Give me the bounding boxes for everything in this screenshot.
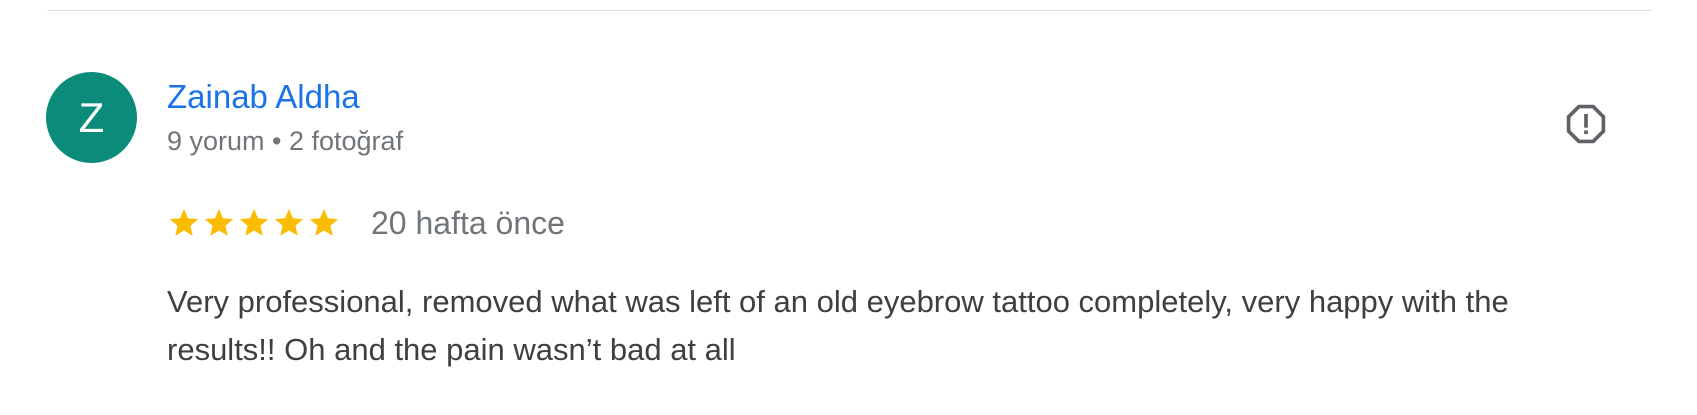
avatar[interactable]: Z [46, 72, 137, 163]
review-time: 20 hafta önce [371, 204, 565, 241]
review-text: Very professional, removed what was left… [167, 284, 1509, 367]
reviewer-meta: 9 yorum • 2 fotoğraf [167, 126, 404, 156]
report-review-button[interactable] [1562, 100, 1610, 148]
report-flag-icon [1566, 104, 1606, 144]
star-icon [274, 208, 304, 236]
rating-row: 20 hafta önce [167, 202, 565, 244]
review-divider [47, 10, 1651, 11]
star-icon [309, 208, 339, 236]
reviewer-name-link[interactable]: Zainab Aldha [167, 78, 360, 116]
star-icon [204, 208, 234, 236]
avatar-letter: Z [78, 93, 105, 141]
star-rating [167, 206, 341, 240]
star-icon [169, 208, 199, 236]
star-icon [239, 208, 269, 236]
